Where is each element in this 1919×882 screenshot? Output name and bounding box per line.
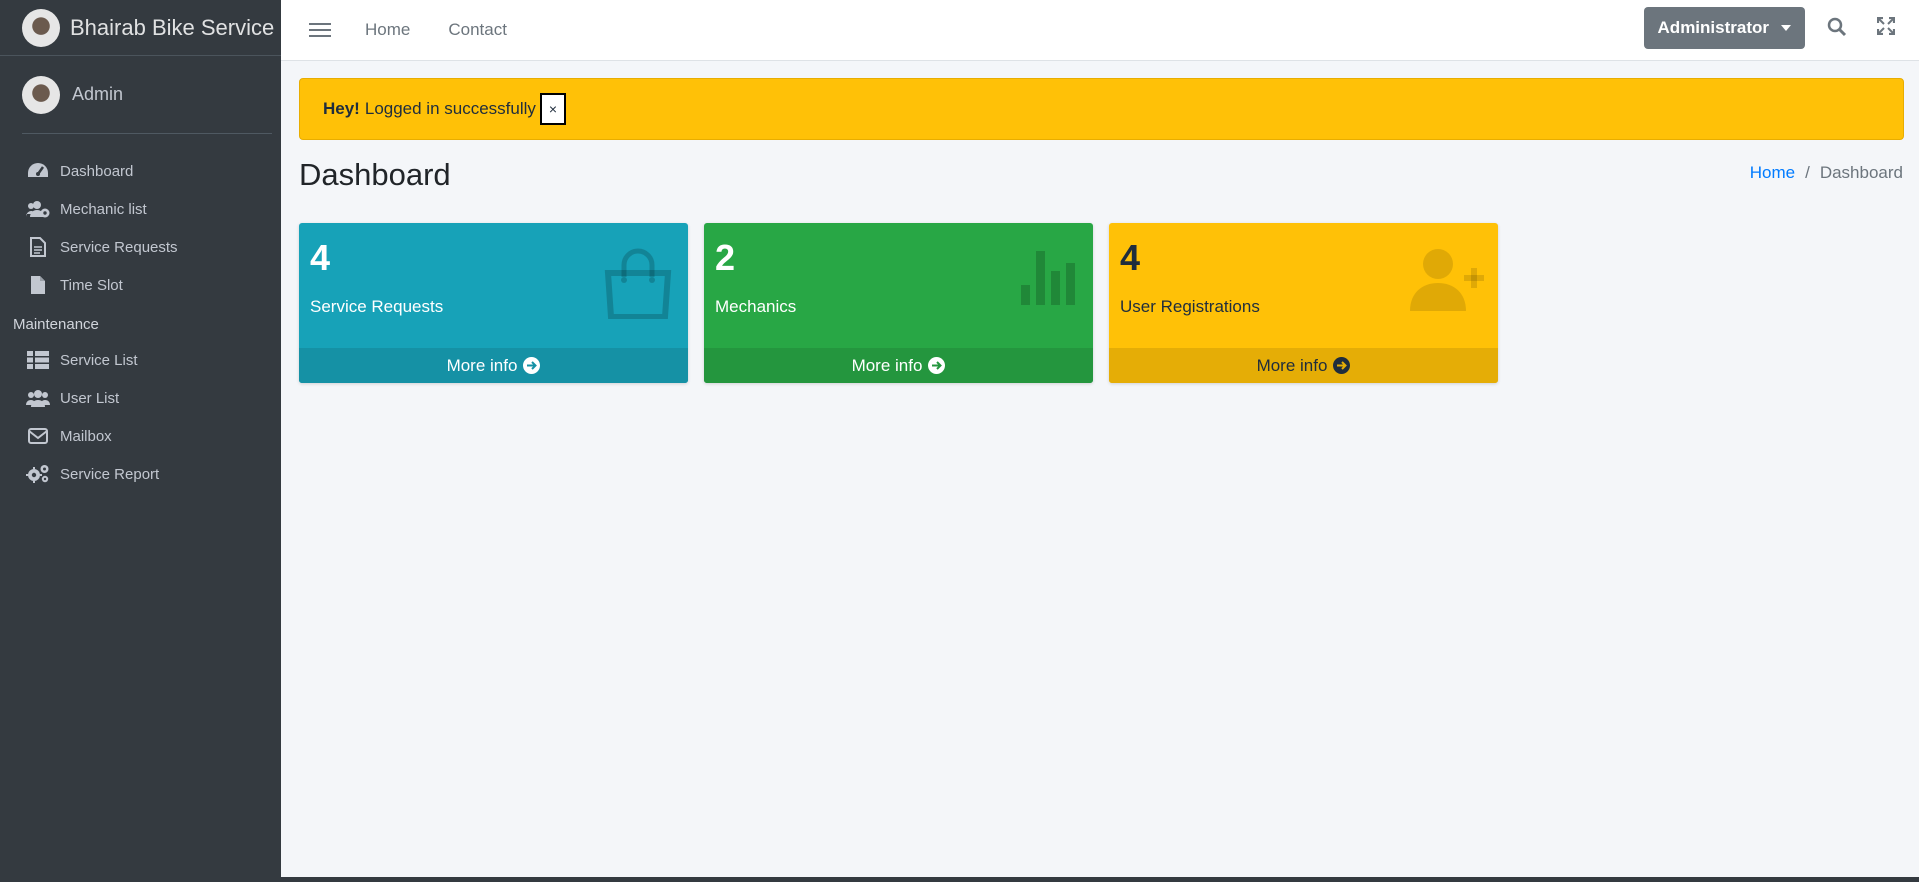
breadcrumb-home[interactable]: Home [1750,163,1795,183]
arrow-circle-right-icon [928,357,946,374]
sidebar-item-user-list[interactable]: User List [0,379,281,417]
small-box-user-registrations: 4 User Registrations More info [1109,223,1498,383]
user-name: Admin [72,84,124,104]
sidebar-item-service-list[interactable]: Service List [0,341,281,379]
more-info-label: More info [1256,355,1328,375]
breadcrumb: Home / Dashboard [1750,163,1903,183]
page-title: Dashboard [299,157,451,192]
sidebar-item-label: Service Requests [60,238,178,256]
breadcrumb-current: Dashboard [1819,163,1903,182]
brand-logo [22,8,60,47]
sidebar-item-label: Service Report [60,465,160,483]
sidebar-item-label: Time Slot [60,276,123,294]
more-info-label: More info [446,355,518,375]
more-info-link[interactable]: More info [1109,348,1498,383]
more-info-label: More info [851,355,923,375]
brand-text: Bhairab Bike Service [70,14,275,40]
sidebar-item-dashboard[interactable]: Dashboard [0,152,281,190]
caret-down-icon [1781,25,1791,31]
arrow-circle-right-icon [1333,357,1351,374]
box-value: 4 [310,237,331,278]
more-info-link[interactable]: More info [299,348,688,383]
brand-link[interactable]: Bhairab Bike Service [0,0,281,56]
th-list-icon [26,350,50,370]
box-label: User Registrations [1120,297,1260,316]
bar-chart-icon [1019,247,1079,312]
alert-message: Logged in successfully [364,99,536,118]
box-value: 2 [715,237,736,278]
sidebar-item-label: Mechanic list [60,200,147,218]
file-icon [26,275,50,295]
sidebar-item-label: Dashboard [60,162,134,180]
nav-link-contact[interactable]: Contact [448,20,507,40]
sidebar-item-service-requests[interactable]: Service Requests [0,228,281,266]
hamburger-menu-icon[interactable] [309,19,331,41]
alert-close-button[interactable]: × [539,93,566,125]
fullscreen-icon[interactable] [1876,16,1896,40]
sidebar-header-maintenance: Maintenance [13,316,99,333]
sidebar-item-label: Service List [60,351,138,369]
envelope-icon [26,426,50,446]
search-icon[interactable] [1827,17,1847,42]
top-navbar: Home Contact Administrator [281,0,1919,61]
file-alt-icon [26,237,50,257]
sidebar-nav: Dashboard Mechanic list Service Requests… [0,134,281,493]
small-box-service-requests: 4 Service Requests More info [299,223,688,383]
small-box-mechanics: 2 Mechanics More info [704,223,1093,383]
box-value: 4 [1120,237,1141,278]
user-menu-label: Administrator [1657,18,1769,37]
sidebar: Bhairab Bike Service Admin Dashboard Mec… [0,0,281,877]
sidebar-item-mailbox[interactable]: Mailbox [0,417,281,455]
success-alert: Hey! Logged in successfully × [299,78,1904,140]
user-panel[interactable]: Admin [22,56,272,134]
more-info-link[interactable]: More info [704,348,1093,383]
user-menu-button[interactable]: Administrator [1643,7,1805,49]
alert-strong: Hey! [323,99,360,118]
cogs-icon [26,464,50,484]
bottom-bar [0,877,1919,882]
sidebar-item-label: User List [60,389,120,407]
box-label: Mechanics [715,297,797,316]
sidebar-item-service-report[interactable]: Service Report [0,455,281,493]
users-icon [26,388,50,408]
sidebar-item-mechanic-list[interactable]: Mechanic list [0,190,281,228]
shopping-bag-icon [602,247,674,324]
user-avatar [22,75,60,114]
user-plus-icon [1410,247,1484,318]
users-cog-icon [26,199,50,219]
sidebar-item-time-slot[interactable]: Time Slot [0,266,281,304]
arrow-circle-right-icon [523,357,541,374]
tachometer-icon [26,161,50,181]
box-label: Service Requests [310,297,444,316]
breadcrumb-separator: / [1805,163,1810,182]
nav-link-home[interactable]: Home [365,20,410,40]
sidebar-item-label: Mailbox [60,427,112,445]
